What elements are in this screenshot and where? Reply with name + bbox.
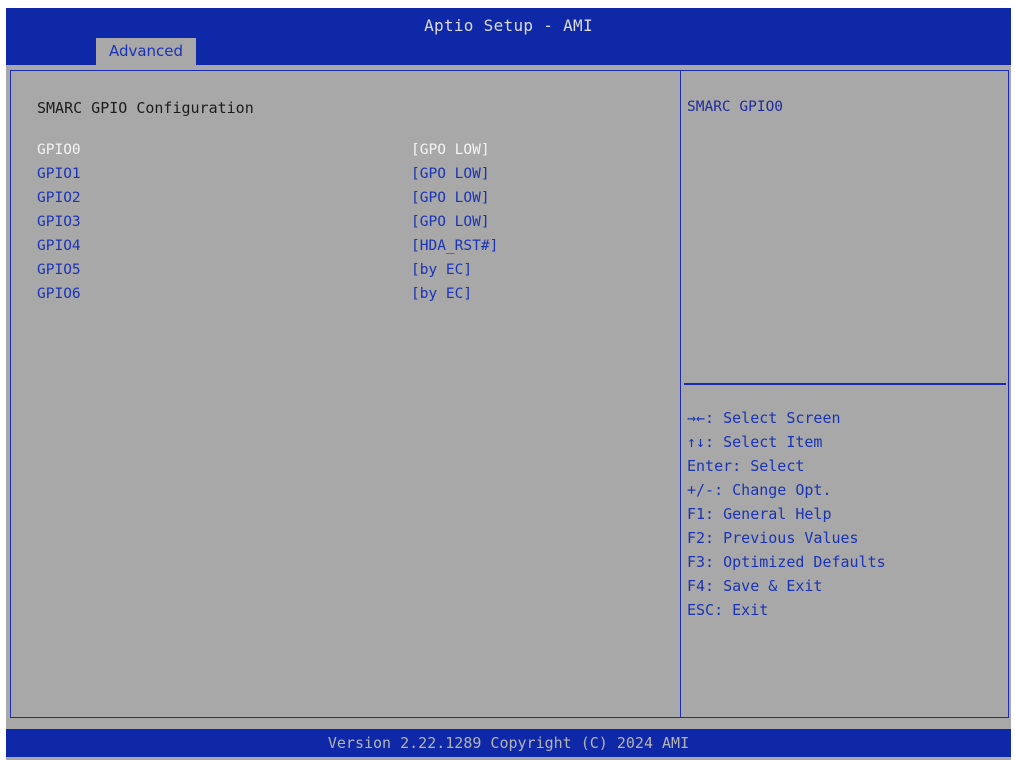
key-help-select-item: ↑↓: Select Item — [687, 433, 823, 451]
panel-divider — [680, 71, 681, 717]
setting-value[interactable]: [GPO LOW] — [411, 166, 490, 182]
setting-row-gpio6[interactable]: GPIO6 [by EC] — [37, 284, 677, 308]
setting-row-gpio4[interactable]: GPIO4 [HDA_RST#] — [37, 236, 677, 260]
key-help-enter: Enter: Select — [687, 457, 805, 475]
setting-row-gpio5[interactable]: GPIO5 [by EC] — [37, 260, 677, 284]
key-help-esc: ESC: Exit — [687, 601, 769, 619]
app-title: Aptio Setup - AMI — [424, 16, 593, 35]
setting-label: GPIO4 — [37, 238, 81, 254]
key-help-f1: F1: General Help — [687, 505, 832, 523]
page-title: SMARC GPIO Configuration — [37, 99, 254, 117]
setting-row-gpio3[interactable]: GPIO3 [GPO LOW] — [37, 212, 677, 236]
key-help-select-screen: →←: Select Screen — [687, 409, 841, 427]
help-divider — [684, 383, 1006, 385]
key-help-change-opt: +/-: Change Opt. — [687, 481, 832, 499]
setting-row-gpio0[interactable]: GPIO0 [GPO LOW] — [37, 140, 677, 164]
setting-row-gpio2[interactable]: GPIO2 [GPO LOW] — [37, 188, 677, 212]
key-help-f4: F4: Save & Exit — [687, 577, 823, 595]
setting-value[interactable]: [by EC] — [411, 286, 472, 302]
setting-label: GPIO3 — [37, 214, 81, 230]
setting-label: GPIO1 — [37, 166, 81, 182]
tab-advanced[interactable]: Advanced — [96, 38, 196, 65]
gpio-settings-list: GPIO0 [GPO LOW] GPIO1 [GPO LOW] GPIO2 [G… — [37, 140, 677, 308]
setting-row-gpio1[interactable]: GPIO1 [GPO LOW] — [37, 164, 677, 188]
setting-value[interactable]: [GPO LOW] — [411, 190, 490, 206]
footer-bar: Version 2.22.1289 Copyright (C) 2024 AMI — [6, 729, 1011, 757]
main-frame: SMARC GPIO Configuration GPIO0 [GPO LOW]… — [10, 70, 1009, 718]
setting-label: GPIO6 — [37, 286, 81, 302]
key-help-list: →←: Select Screen ↑↓: Select Item Enter:… — [687, 407, 1007, 623]
setting-label: GPIO2 — [37, 190, 81, 206]
key-help-f2: F2: Previous Values — [687, 529, 859, 547]
setting-label: GPIO5 — [37, 262, 81, 278]
header-bar: Aptio Setup - AMI Advanced — [6, 8, 1011, 65]
setting-value[interactable]: [GPO LOW] — [411, 142, 490, 158]
setting-value[interactable]: [by EC] — [411, 262, 472, 278]
version-text: Version 2.22.1289 Copyright (C) 2024 AMI — [327, 734, 690, 752]
key-help-f3: F3: Optimized Defaults — [687, 553, 886, 571]
setting-label: GPIO0 — [37, 142, 81, 158]
bios-screen: Aptio Setup - AMI Advanced SMARC GPIO Co… — [6, 8, 1011, 760]
setting-value[interactable]: [HDA_RST#] — [411, 238, 498, 254]
help-title: SMARC GPIO0 — [687, 99, 784, 115]
setting-value[interactable]: [GPO LOW] — [411, 214, 490, 230]
